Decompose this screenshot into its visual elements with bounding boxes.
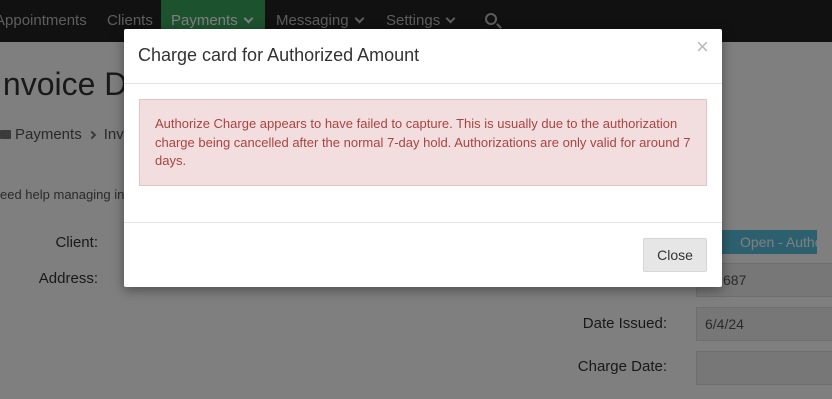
modal-header: Charge card for Authorized Amount × — [124, 29, 722, 84]
close-button[interactable]: Close — [643, 238, 707, 272]
error-alert: Authorize Charge appears to have failed … — [139, 99, 707, 186]
close-icon[interactable]: × — [696, 36, 709, 58]
modal-footer: Close — [124, 222, 722, 287]
modal-title: Charge card for Authorized Amount — [138, 45, 420, 65]
charge-card-modal: Charge card for Authorized Amount × Auth… — [124, 29, 722, 287]
